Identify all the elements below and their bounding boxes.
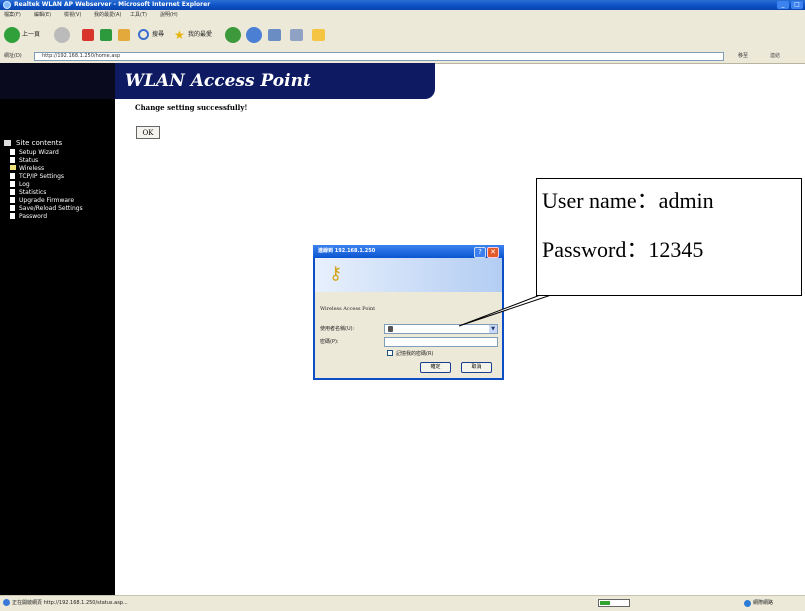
credentials-callout: User name：admin Password：12345	[536, 178, 802, 296]
status-bar: 正在開啟網頁 http://192.168.1.250/status.asp..…	[0, 595, 805, 611]
callout-username: User name：admin	[542, 188, 714, 213]
internet-zone-icon	[744, 600, 751, 607]
status-text: 正在開啟網頁 http://192.168.1.250/status.asp..…	[12, 600, 128, 606]
progress-fill	[600, 601, 610, 605]
progress-bar	[598, 599, 630, 607]
callout-pointer	[458, 291, 561, 327]
page-loading-icon	[3, 599, 10, 606]
callout-password: Password：12345	[542, 237, 704, 262]
security-zone: 網際網路	[753, 600, 774, 606]
